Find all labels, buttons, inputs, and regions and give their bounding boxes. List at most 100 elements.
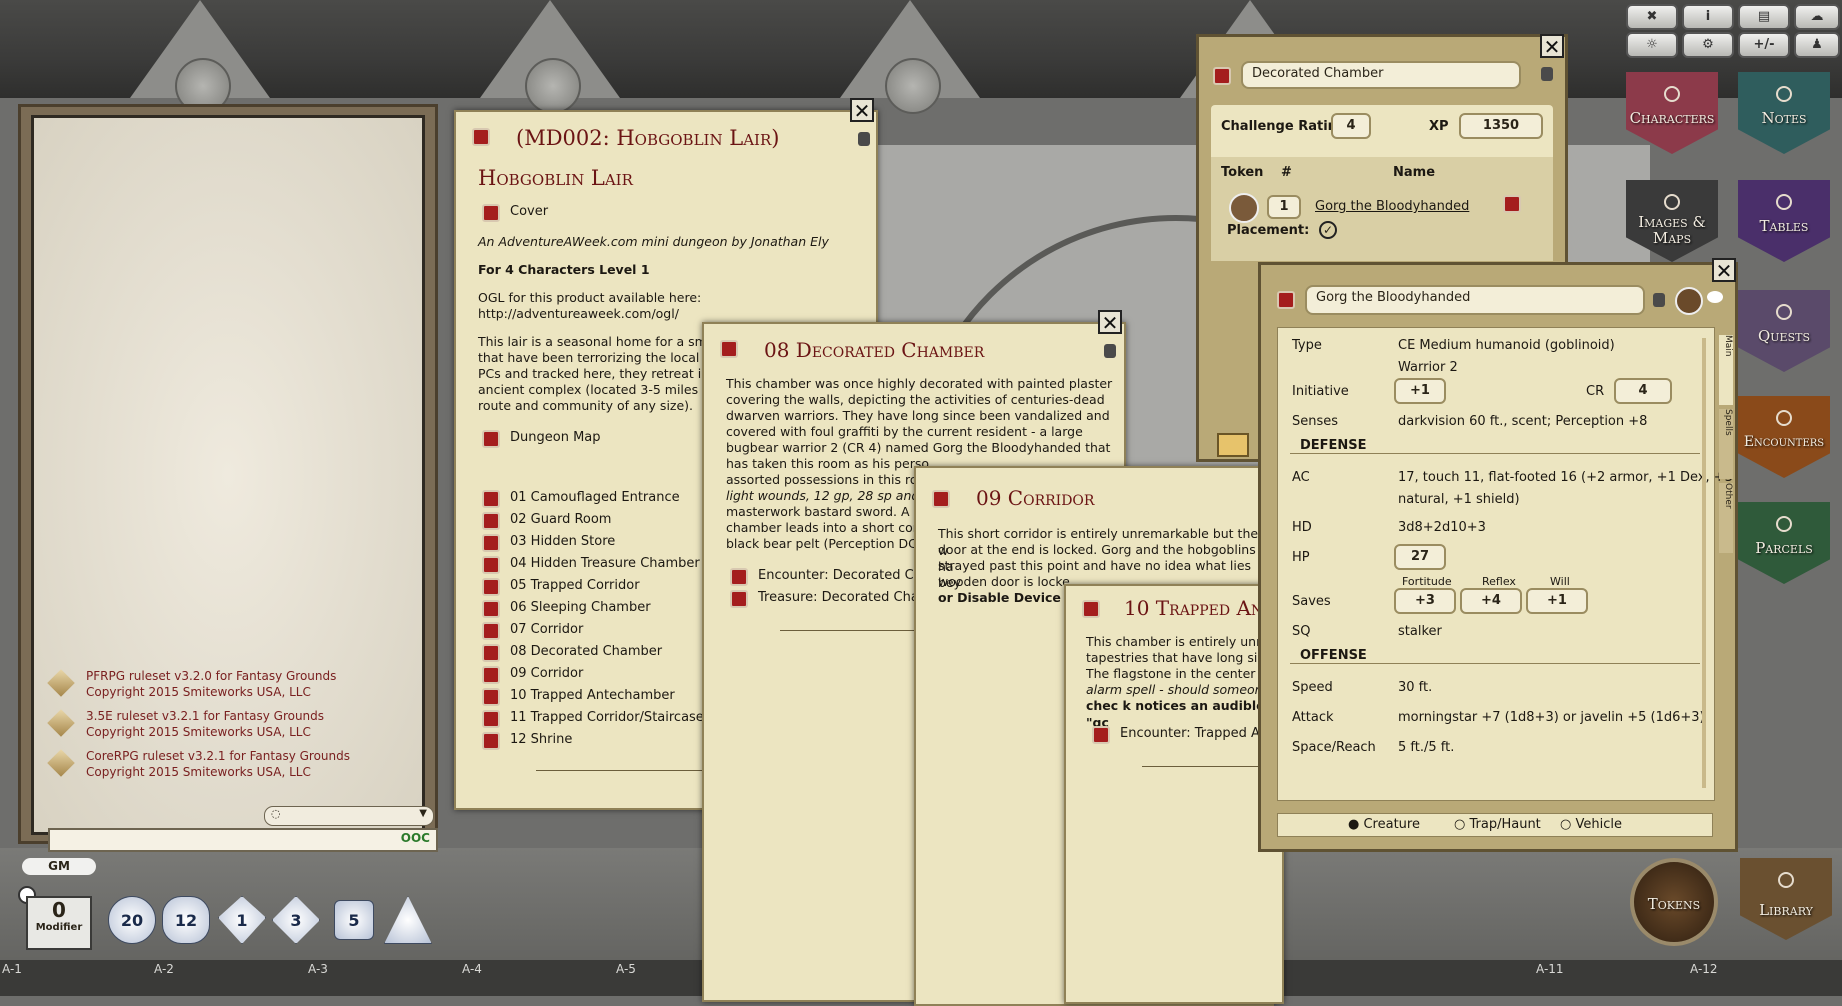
creature-link-icon[interactable]: [1503, 195, 1521, 213]
sidebar-quests-button[interactable]: Quests: [1738, 290, 1830, 372]
cr-field[interactable]: 4: [1614, 378, 1672, 404]
ruleset-entry: CoreRPG ruleset v3.2.1 for Fantasy Groun…: [47, 748, 408, 780]
count-column-label: #: [1281, 165, 1292, 180]
room-link[interactable]: 11 Trapped Corridor/Staircase: [482, 710, 704, 728]
text-line: The flagstone in the center c: [1086, 666, 1267, 681]
expand-arrow-icon[interactable]: [1217, 433, 1249, 457]
ooc-toggle[interactable]: OOC: [401, 831, 430, 845]
reflex-field[interactable]: +4: [1460, 588, 1522, 614]
initiative-field[interactable]: +1: [1394, 378, 1446, 404]
lock-icon[interactable]: [1653, 293, 1665, 307]
text-line: This chamber was once highly decorated w…: [726, 376, 1113, 391]
toolbar-button[interactable]: ⚙: [1682, 32, 1734, 58]
toolbar-button[interactable]: ▤: [1738, 4, 1790, 30]
senses-label: Senses: [1292, 414, 1339, 429]
toolbar-button[interactable]: i: [1682, 4, 1734, 30]
room-link[interactable]: 03 Hidden Store: [482, 534, 615, 552]
link-icon: [482, 688, 500, 706]
hp-field[interactable]: 27: [1394, 544, 1446, 570]
ogl-url: http://adventureaweek.com/ogl/: [478, 306, 679, 321]
room-link[interactable]: 12 Shrine: [482, 732, 572, 750]
map-link-icon: [482, 430, 500, 448]
link-icon: [482, 512, 500, 530]
npc-link-icon[interactable]: [1277, 291, 1295, 309]
ruleset-icon: [47, 669, 75, 697]
text-line: covering the walls, depicting the activi…: [726, 392, 1105, 407]
radio-creature[interactable]: ● Creature: [1348, 817, 1420, 832]
radio-vehicle[interactable]: ○ Vehicle: [1560, 817, 1622, 832]
tab-spells[interactable]: Spells: [1719, 409, 1733, 479]
d20-die-icon[interactable]: 20: [108, 896, 156, 944]
will-field[interactable]: +1: [1526, 588, 1588, 614]
encounter-link[interactable]: Encounter: Decorated Cha: [730, 568, 930, 586]
room-link[interactable]: 04 Hidden Treasure Chamber: [482, 556, 700, 574]
decor-medal: [885, 58, 941, 114]
xp-field[interactable]: 1350: [1459, 113, 1543, 139]
story-link-icon[interactable]: [472, 128, 490, 146]
tab-other[interactable]: Other: [1719, 483, 1733, 553]
story-link-icon[interactable]: [932, 490, 950, 508]
creature-name[interactable]: Gorg the Bloodyhanded: [1315, 199, 1469, 214]
sidebar-label: Encounters: [1743, 434, 1825, 450]
npc-token-icon[interactable]: [1675, 287, 1703, 315]
toolbar-button[interactable]: ☼: [1626, 32, 1678, 58]
cr-field[interactable]: 4: [1331, 113, 1371, 139]
close-icon[interactable]: ✕: [1712, 258, 1736, 282]
will-label: Will: [1550, 575, 1570, 588]
link-icon: [482, 644, 500, 662]
close-icon[interactable]: ✕: [1098, 310, 1122, 334]
chat-identity-select[interactable]: ▼ ◌: [264, 806, 434, 826]
chat-input[interactable]: OOC: [48, 828, 438, 852]
ac-label: AC: [1292, 470, 1310, 485]
sidebar-parcels-button[interactable]: Parcels: [1738, 502, 1830, 584]
treasure-link[interactable]: Treasure: Decorated Chan: [730, 590, 927, 608]
toolbar-button[interactable]: ☁: [1794, 4, 1840, 30]
lock-icon[interactable]: [1104, 344, 1116, 358]
speech-bubble-icon[interactable]: [1707, 291, 1723, 303]
encounter-link[interactable]: Encounter: Trapped An: [1092, 726, 1268, 744]
sidebar-tables-button[interactable]: Tables: [1738, 180, 1830, 262]
encounter-token-list: Token # Name 1 Gorg the Bloodyhanded Pla…: [1211, 157, 1553, 261]
lock-icon[interactable]: [858, 132, 870, 146]
sidebar-notes-button[interactable]: Notes: [1738, 72, 1830, 154]
toolbar-button[interactable]: +/-: [1738, 32, 1790, 58]
text-line: alarm spell - should someone: [1086, 682, 1271, 697]
lock-icon[interactable]: [1541, 67, 1553, 81]
close-icon[interactable]: ✕: [850, 98, 874, 122]
link-cover[interactable]: Cover: [482, 204, 548, 222]
link-icon: [1092, 726, 1110, 744]
room-link[interactable]: 02 Guard Room: [482, 512, 611, 530]
room-link[interactable]: 06 Sleeping Chamber: [482, 600, 651, 618]
tokens-button[interactable]: Tokens: [1630, 858, 1718, 946]
close-icon[interactable]: ✕: [1540, 34, 1564, 58]
scrollbar[interactable]: [1702, 338, 1706, 788]
parcels-icon: [1776, 516, 1792, 532]
sidebar-encounters-button[interactable]: Encounters: [1738, 396, 1830, 478]
room-link[interactable]: 07 Corridor: [482, 622, 583, 640]
encounter-link-icon[interactable]: [1213, 67, 1231, 85]
modifier-box[interactable]: 0 Modifier: [26, 896, 92, 950]
d12-die-icon[interactable]: 12: [162, 896, 210, 944]
toolbar-button[interactable]: ✖: [1626, 4, 1678, 30]
room-link[interactable]: 05 Trapped Corridor: [482, 578, 640, 596]
radio-trap-haunt[interactable]: ○ Trap/Haunt: [1454, 817, 1541, 832]
sidebar-characters-button[interactable]: Characters: [1626, 72, 1718, 154]
story-link-icon[interactable]: [1082, 600, 1100, 618]
room-link[interactable]: 01 Camouflaged Entrance: [482, 490, 680, 508]
chat-log[interactable]: PFRPG ruleset v3.2.0 for Fantasy Grounds…: [31, 115, 438, 852]
npc-name-field[interactable]: Gorg the Bloodyhanded: [1305, 285, 1645, 315]
creature-token-icon[interactable]: [1229, 193, 1259, 223]
room-link[interactable]: 09 Corridor: [482, 666, 583, 684]
toolbar-button[interactable]: ♟: [1794, 32, 1840, 58]
encounter-name-field[interactable]: Decorated Chamber: [1241, 61, 1521, 89]
creature-count-field[interactable]: 1: [1267, 195, 1301, 219]
placement-check-icon[interactable]: ✓: [1319, 221, 1337, 239]
room-link[interactable]: 10 Trapped Antechamber: [482, 688, 675, 706]
chevron-down-icon: ▼: [419, 808, 427, 819]
d6-die-icon[interactable]: 5: [334, 900, 374, 940]
room-link[interactable]: 08 Decorated Chamber: [482, 644, 662, 662]
story-link-icon[interactable]: [720, 340, 738, 358]
fortitude-field[interactable]: +3: [1394, 588, 1456, 614]
tab-main[interactable]: Main: [1719, 335, 1733, 405]
link-dungeon-map[interactable]: Dungeon Map: [482, 430, 601, 448]
